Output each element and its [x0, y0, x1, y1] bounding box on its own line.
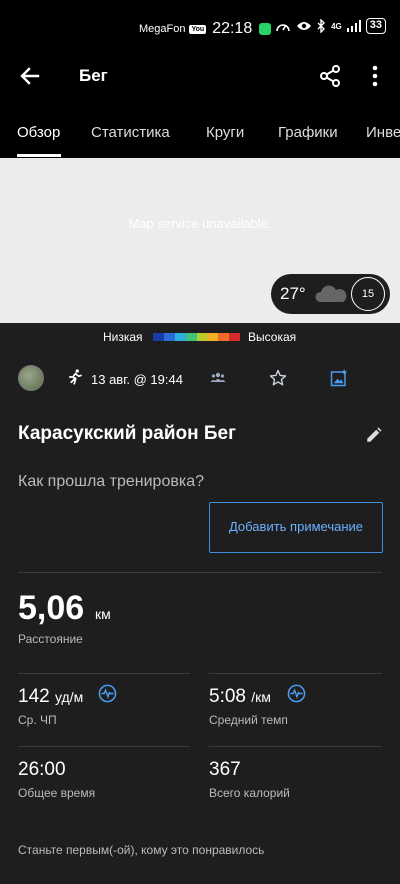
activity-date: 13 авг. @ 19:44	[91, 372, 183, 387]
avg-pace-label: Средний темп	[209, 713, 288, 727]
wind-indicator: 15	[351, 277, 385, 311]
battery-indicator: 33	[365, 18, 386, 34]
whatsapp-icon	[259, 23, 272, 35]
tab-charts[interactable]: Графики	[278, 124, 338, 141]
map-unavailable-message: Map service unavailable.	[128, 216, 272, 231]
active-tab-indicator	[17, 154, 61, 157]
total-time-value: 26:00	[18, 759, 66, 780]
activity-title: Карасукский район Бег	[18, 423, 237, 444]
avg-pace-value: 5:08	[209, 686, 246, 707]
avatar[interactable]	[18, 365, 44, 391]
add-photo-icon[interactable]	[330, 369, 348, 387]
divider	[18, 572, 382, 573]
calories-label: Всего калорий	[209, 786, 290, 800]
tab-statistics[interactable]: Статистика	[91, 124, 170, 141]
legend-color-segment	[174, 333, 186, 341]
running-icon	[68, 369, 82, 385]
more-vert-icon[interactable]	[365, 64, 385, 88]
divider	[18, 673, 190, 674]
total-time-label: Общее время	[18, 786, 96, 800]
legend-low-label: Низкая	[103, 330, 143, 344]
calories-value: 367	[209, 759, 241, 780]
avg-pace-value-group: 5:08 /км	[209, 686, 271, 708]
legend-color-segment	[229, 333, 240, 341]
legend-color-segment	[185, 333, 197, 341]
legend-gradient	[153, 333, 240, 341]
signal-icon	[346, 20, 361, 32]
legend-color-segment	[153, 333, 164, 341]
cloud-icon	[315, 285, 347, 302]
wind-speed: 15	[361, 288, 375, 300]
back-arrow-icon[interactable]	[18, 64, 42, 88]
distance-unit: км	[95, 606, 111, 622]
avg-hr-label: Ср. ЧП	[18, 713, 57, 727]
tab-bar: Обзор Статистика Круги Графики Инве	[0, 100, 400, 158]
page-title: Бег	[79, 66, 108, 85]
star-icon[interactable]	[269, 369, 287, 387]
add-note-button[interactable]: Добавить примечание	[209, 502, 383, 553]
tab-overview[interactable]: Обзор	[17, 124, 60, 141]
likes-prompt[interactable]: Станьте первым(-ой), кому это понравилос…	[18, 843, 264, 857]
status-bar: MegaFon You 22:18 4G 33	[0, 0, 400, 52]
divider	[18, 746, 190, 747]
youtube-icon: You	[189, 24, 207, 34]
bluetooth-icon	[317, 19, 326, 33]
avg-hr-unit: уд/м	[54, 689, 84, 705]
eye-icon	[297, 22, 312, 30]
clock: 22:18	[212, 20, 253, 37]
avg-hr-value-group: 142 уд/м	[18, 686, 83, 708]
speedometer-icon	[276, 24, 290, 32]
edit-icon[interactable]	[365, 426, 383, 444]
divider	[209, 673, 382, 674]
app-bar: Бег	[0, 52, 400, 100]
legend-high-label: Высокая	[248, 330, 297, 344]
heart-rate-icon[interactable]	[98, 684, 117, 703]
legend-color-segment	[163, 333, 175, 341]
group-icon[interactable]	[210, 371, 226, 383]
status-left: MegaFon You 22:18	[139, 20, 272, 38]
temperature: 27°	[280, 284, 306, 303]
intensity-legend: Низкая Высокая	[0, 328, 400, 346]
distance-label: Расстояние	[18, 632, 83, 646]
legend-color-segment	[207, 333, 219, 341]
tab-laps[interactable]: Круги	[206, 124, 244, 141]
divider	[209, 746, 382, 747]
carrier-name: MegaFon	[139, 23, 186, 35]
tab-equipment[interactable]: Инве	[366, 124, 400, 141]
weather-badge[interactable]: 27° 15	[271, 274, 390, 314]
pace-chart-icon[interactable]	[287, 684, 306, 703]
workout-feeling-prompt: Как прошла тренировка?	[18, 473, 204, 490]
status-right: 4G 33	[275, 18, 386, 34]
legend-color-segment	[196, 333, 208, 341]
activity-meta-row: 13 авг. @ 19:44	[0, 365, 400, 393]
share-icon[interactable]	[318, 64, 342, 88]
avg-hr-value: 142	[18, 686, 50, 707]
legend-color-segment	[218, 333, 230, 341]
network-type: 4G	[331, 21, 342, 31]
distance-value: 5,06	[18, 589, 85, 627]
avg-pace-unit: /км	[251, 689, 271, 705]
